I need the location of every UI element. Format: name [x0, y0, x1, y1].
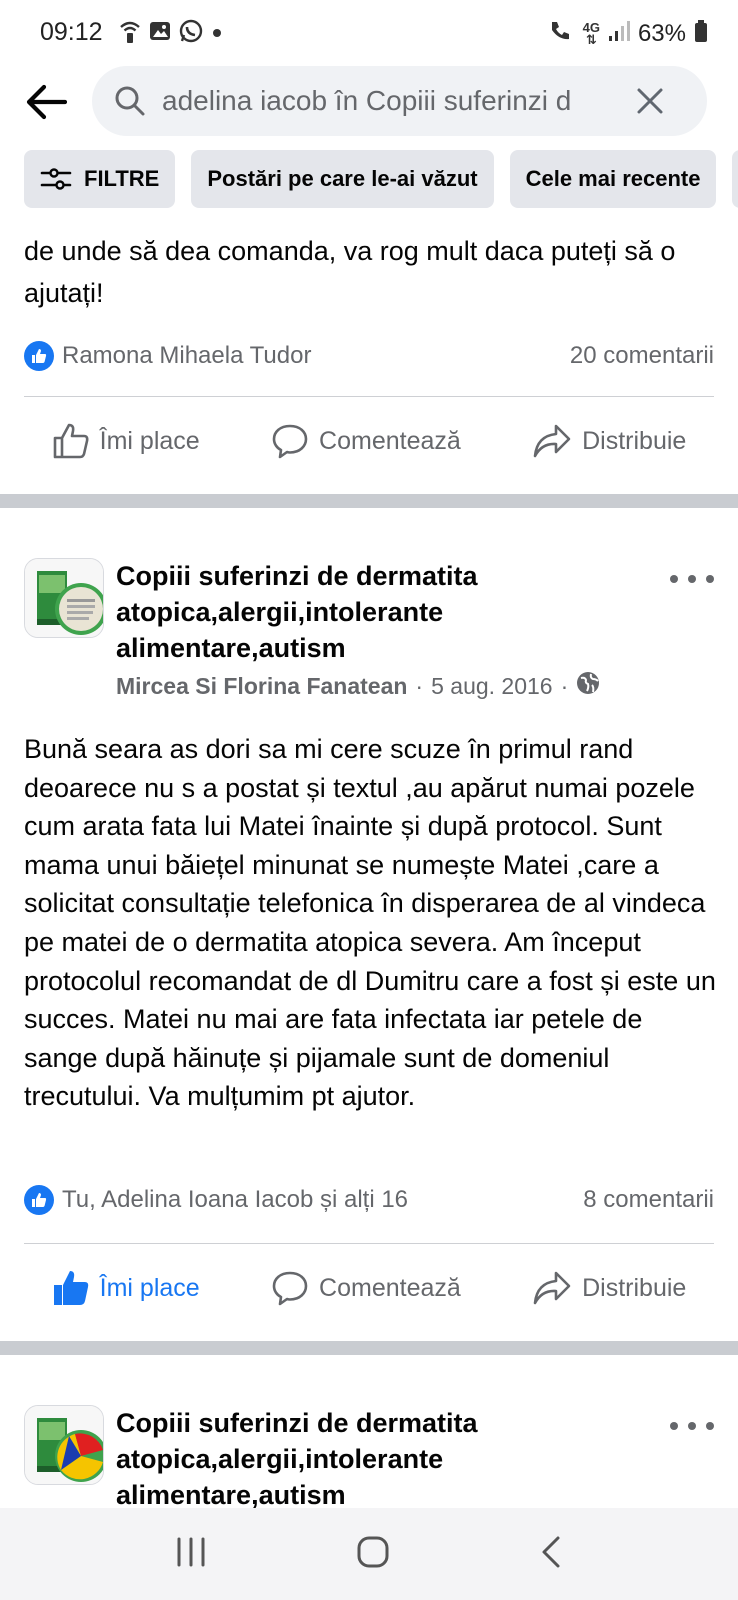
search-input[interactable]: adelina iacob în Copiii suferinzi d: [92, 66, 707, 136]
chevron-left-icon: [542, 1536, 560, 1567]
like-label: Îmi place: [99, 426, 200, 455]
share-label: Distribuie: [582, 1273, 687, 1302]
filter-chip-filters[interactable]: FILTRE: [24, 150, 176, 208]
back-button[interactable]: [22, 78, 70, 126]
dot-icon: [670, 575, 678, 583]
signal-icon: [608, 19, 630, 48]
dot-icon: [688, 1422, 696, 1430]
like-reaction-icon: [24, 341, 54, 371]
dot-icon: [670, 1422, 678, 1430]
gallery-icon: [148, 19, 172, 48]
share-icon: [533, 1271, 571, 1305]
sliders-icon: [40, 167, 72, 191]
arrow-left-icon: [26, 84, 67, 120]
comment-button[interactable]: Comentează: [271, 422, 461, 460]
reactions-summary[interactable]: Ramona Mihaela Tudor 20 comentarii: [24, 336, 714, 376]
post-text: Bună seara as dori sa mi cere scuze în p…: [24, 734, 716, 1112]
whatsapp-icon: [178, 18, 204, 49]
group-cover-image: [25, 1406, 103, 1484]
comments-count[interactable]: 20 comentarii: [570, 342, 714, 370]
group-name[interactable]: Copiii suferinzi de dermatita atopica,al…: [116, 1405, 636, 1508]
reaction-names: Ramona Mihaela Tudor: [62, 342, 312, 369]
globe-icon: [576, 671, 600, 701]
filter-chips: FILTRE Postări pe care le-ai văzut Cele …: [24, 150, 738, 208]
post-separator: [0, 494, 738, 508]
divider: [24, 1243, 714, 1244]
post-header: Copiii suferinzi de dermatita atopica,al…: [24, 558, 714, 708]
group-avatar[interactable]: [24, 1405, 104, 1485]
like-button[interactable]: Îmi place: [52, 1269, 200, 1307]
system-back-button[interactable]: [538, 1535, 564, 1574]
filter-chip-label: FILTRE: [84, 166, 160, 191]
battery-icon: [694, 19, 708, 48]
clear-search-button[interactable]: [635, 86, 665, 116]
filter-chip-seen-posts[interactable]: Postări pe care le-ai văzut: [191, 150, 494, 208]
share-label: Distribuie: [582, 426, 687, 455]
home-icon: [357, 1536, 389, 1567]
search-query: adelina iacob în Copiii suferinzi d: [162, 85, 572, 116]
post-meta: Mircea Si Florina Fanatean · 5 aug. 2016…: [116, 671, 600, 701]
like-label: Îmi place: [99, 1273, 200, 1302]
post-header: Copiii suferinzi de dermatita atopica,al…: [24, 1405, 714, 1508]
status-bar: 09:12 4G ⇅ 63%: [0, 0, 738, 64]
post-separator: [0, 1341, 738, 1355]
system-nav-bar: [0, 1508, 738, 1600]
group-avatar[interactable]: [24, 558, 104, 638]
post-author[interactable]: Mircea Si Florina Fanatean: [116, 673, 407, 700]
network-4g-icon: 4G ⇅: [582, 19, 600, 47]
meta-separator: ·: [560, 672, 569, 699]
search-header: adelina iacob în Copiii suferinzi d: [0, 64, 738, 138]
status-time: 09:12: [40, 18, 103, 46]
filter-chip-label: Postări pe care le-ai văzut: [207, 166, 478, 191]
divider: [24, 396, 714, 397]
filter-chip-most-recent[interactable]: Cele mai recente: [509, 150, 717, 208]
post-actions: Îmi place Comentează Distribuie: [0, 411, 738, 471]
comment-label: Comentează: [319, 1273, 461, 1302]
thumbs-up-filled-icon: [53, 1271, 88, 1305]
reaction-names: Tu, Adelina Ioana Iacob și alți 16: [62, 1186, 409, 1213]
network-type: 4G: [582, 19, 600, 35]
filter-chip-more[interactable]: [732, 150, 738, 208]
dot-icon: [706, 575, 714, 583]
wifi-calling-icon: [118, 18, 142, 49]
comment-icon: [272, 1271, 308, 1306]
comments-count[interactable]: 8 comentarii: [583, 1186, 714, 1214]
thumbs-up-icon: [53, 423, 89, 459]
post-text: de unde să dea comanda, va rog mult daca…: [24, 236, 676, 308]
more-options-button[interactable]: [670, 1411, 714, 1441]
post-actions: Îmi place Comentează Distribuie: [0, 1258, 738, 1318]
share-button[interactable]: Distribuie: [532, 423, 686, 459]
meta-separator: ·: [415, 672, 424, 699]
share-button[interactable]: Distribuie: [532, 1270, 686, 1306]
search-icon: [114, 85, 146, 122]
group-cover-image: [25, 559, 103, 637]
share-icon: [533, 424, 571, 458]
home-button[interactable]: [356, 1535, 390, 1574]
dot-icon: [706, 1422, 714, 1430]
comment-button[interactable]: Comentează: [271, 1269, 461, 1307]
notification-dot-icon: [210, 19, 224, 48]
reactions-summary[interactable]: Tu, Adelina Ioana Iacob și alți 16 8 com…: [24, 1180, 714, 1220]
group-name[interactable]: Copiii suferinzi de dermatita atopica,al…: [116, 558, 636, 666]
comment-label: Comentează: [319, 426, 461, 455]
like-reaction-icon: [24, 1185, 54, 1215]
volte-call-icon: [547, 18, 575, 49]
recent-apps-button[interactable]: [174, 1536, 208, 1573]
dot-icon: [688, 575, 696, 583]
battery-percent: 63%: [637, 19, 686, 47]
like-button[interactable]: Îmi place: [52, 422, 200, 460]
close-icon: [637, 88, 663, 114]
more-options-button[interactable]: [670, 564, 714, 594]
filter-chip-label: Cele mai recente: [525, 166, 701, 191]
post-date[interactable]: 5 aug. 2016: [431, 673, 553, 700]
recent-apps-icon: [177, 1537, 205, 1566]
comment-icon: [272, 424, 308, 459]
